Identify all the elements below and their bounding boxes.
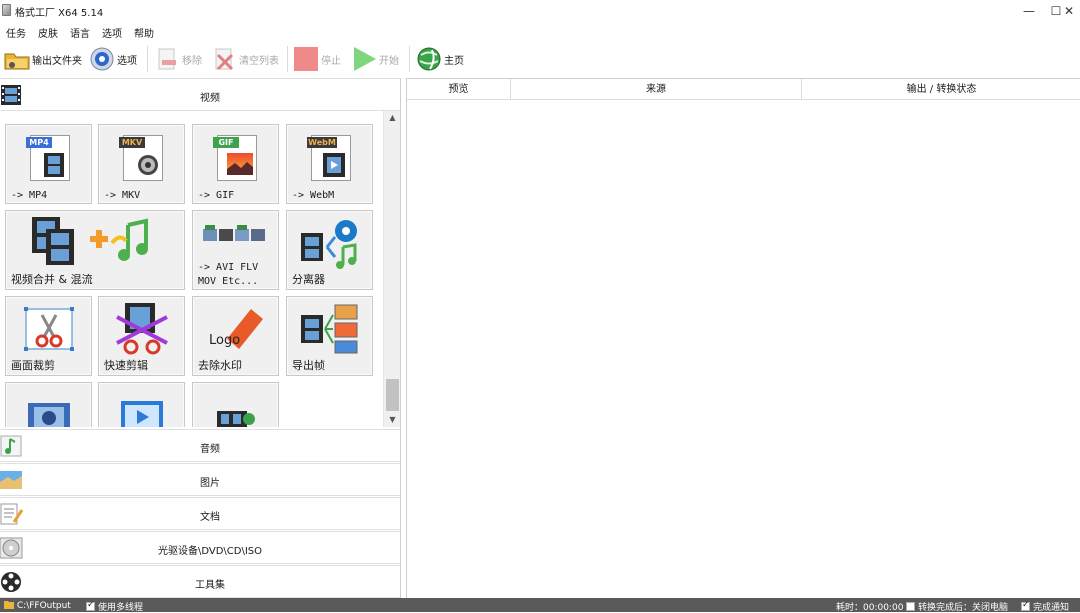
checkbox-checked-icon (1021, 600, 1030, 611)
globe-icon (416, 46, 442, 72)
tile-to-gif[interactable]: GIF -> GIF (192, 124, 279, 204)
tile-video-tool[interactable] (5, 382, 92, 427)
title-bar: 格式工厂 X64 5.14 — ☐ ✕ (0, 0, 1080, 22)
menu-help[interactable]: 帮助 (134, 25, 154, 40)
gif-file-icon: GIF (207, 131, 265, 183)
gear-icon (89, 46, 115, 72)
folder-icon (4, 46, 30, 72)
checkbox-icon (906, 602, 915, 611)
scroll-down-arrow-icon[interactable]: ▼ (384, 413, 401, 427)
checkbox-checked-icon (86, 600, 95, 611)
stop-icon (293, 46, 319, 72)
export-frames-icon (301, 303, 359, 355)
video-tools-grid: MP4 -> MP4 MKV -> MKV GIF -> GIF WebM ->… (0, 111, 383, 427)
category-optical-drive[interactable]: 光驱设备\DVD\CD\ISO (0, 531, 400, 564)
category-picture[interactable]: 图片 (0, 463, 400, 496)
column-header-source[interactable]: 来源 (511, 79, 802, 100)
tile-splitter[interactable]: 分离器 (286, 210, 373, 290)
window-title: 格式工厂 X64 5.14 (15, 8, 104, 19)
crop-scissors-icon (20, 303, 78, 355)
scroll-thumb[interactable] (386, 379, 399, 411)
category-audio[interactable]: 音频 (0, 429, 400, 462)
remove-document-icon (154, 46, 180, 72)
mp4-file-icon: MP4 (20, 131, 78, 183)
options-button[interactable]: 选项 (89, 44, 137, 74)
toolbar-divider (287, 46, 288, 72)
category-document[interactable]: 文档 (0, 497, 400, 530)
category-tools[interactable]: 工具集 (0, 565, 400, 598)
clear-list-button[interactable]: 清空列表 (211, 44, 279, 74)
video-player-icon (113, 389, 171, 427)
shutdown-after-checkbox[interactable]: 转换完成后：关闭电脑 (906, 600, 1008, 613)
status-bar: C:\FFOutput 使用多线程 耗时：00:00:00 转换完成后：关闭电脑… (0, 598, 1080, 613)
tile-to-mkv[interactable]: MKV -> MKV (98, 124, 185, 204)
stop-button[interactable]: 停止 (293, 44, 341, 74)
merge-film-music-icon (28, 215, 168, 271)
menu-language[interactable]: 语言 (70, 25, 90, 40)
notify-checkbox[interactable]: 完成通知 (1021, 600, 1069, 613)
tile-crop[interactable]: 画面裁剪 (5, 296, 92, 376)
category-panel: 视频 MP4 -> MP4 MKV -> MKV GIF -> GIF WebM… (0, 78, 401, 598)
toolbar-divider (409, 46, 410, 72)
video-tools-scrollbar[interactable]: ▲ ▼ (383, 111, 400, 427)
quick-clip-icon (113, 303, 171, 355)
home-button[interactable]: 主页 (416, 44, 464, 74)
tile-remove-watermark[interactable]: Logo 去除水印 (192, 296, 279, 376)
output-path[interactable]: C:\FFOutput (4, 600, 71, 611)
app-icon (2, 4, 11, 16)
tile-to-mp4[interactable]: MP4 -> MP4 (5, 124, 92, 204)
film-gear-icon (207, 389, 265, 427)
toolbar-divider (147, 46, 148, 72)
column-header-preview[interactable]: 预览 (407, 79, 511, 100)
elapsed-time: 耗时：00:00:00 (836, 603, 904, 613)
multithread-checkbox[interactable]: 使用多线程 (86, 600, 143, 613)
splitter-icon (301, 217, 359, 269)
scroll-up-arrow-icon[interactable]: ▲ (384, 111, 401, 125)
tile-to-webm[interactable]: WebM -> WebM (286, 124, 373, 204)
video-camera-icon (20, 389, 78, 427)
mkv-file-icon: MKV (113, 131, 171, 183)
webm-file-icon: WebM (301, 131, 359, 183)
play-icon (351, 46, 377, 72)
tile-merge-mux[interactable]: 视频合并 & 混流 (5, 210, 185, 290)
format-thumbnails-icon (203, 225, 269, 245)
folder-icon (4, 601, 14, 609)
eraser-icon: Logo (207, 303, 265, 355)
output-folder-button[interactable]: 输出文件夹 (4, 44, 82, 74)
toolbar: 输出文件夹 选项 移除 清空列表 停止 开始 主页 (0, 40, 1080, 78)
remove-button[interactable]: 移除 (154, 44, 202, 74)
task-list[interactable]: 预览 来源 输出 / 转换状态 (406, 78, 1080, 598)
minimize-button[interactable]: — (1018, 2, 1040, 20)
tile-video-player[interactable] (98, 382, 185, 427)
menu-task[interactable]: 任务 (6, 25, 26, 40)
tile-export-frames[interactable]: 导出帧 (286, 296, 373, 376)
column-header-output-status[interactable]: 输出 / 转换状态 (802, 79, 1080, 100)
category-video[interactable]: 视频 (0, 78, 400, 111)
close-button[interactable]: ✕ (1058, 2, 1080, 20)
tile-quick-clip[interactable]: 快速剪辑 (98, 296, 185, 376)
menu-bar: 任务 皮肤 语言 选项 帮助 (0, 22, 1080, 40)
clear-list-icon (211, 46, 237, 72)
tile-to-avi-flv-mov[interactable]: -> AVI FLV MOV Etc... (192, 210, 279, 290)
menu-skin[interactable]: 皮肤 (38, 25, 58, 40)
menu-options[interactable]: 选项 (102, 25, 122, 40)
start-button[interactable]: 开始 (351, 44, 399, 74)
tile-video-repair[interactable] (192, 382, 279, 427)
